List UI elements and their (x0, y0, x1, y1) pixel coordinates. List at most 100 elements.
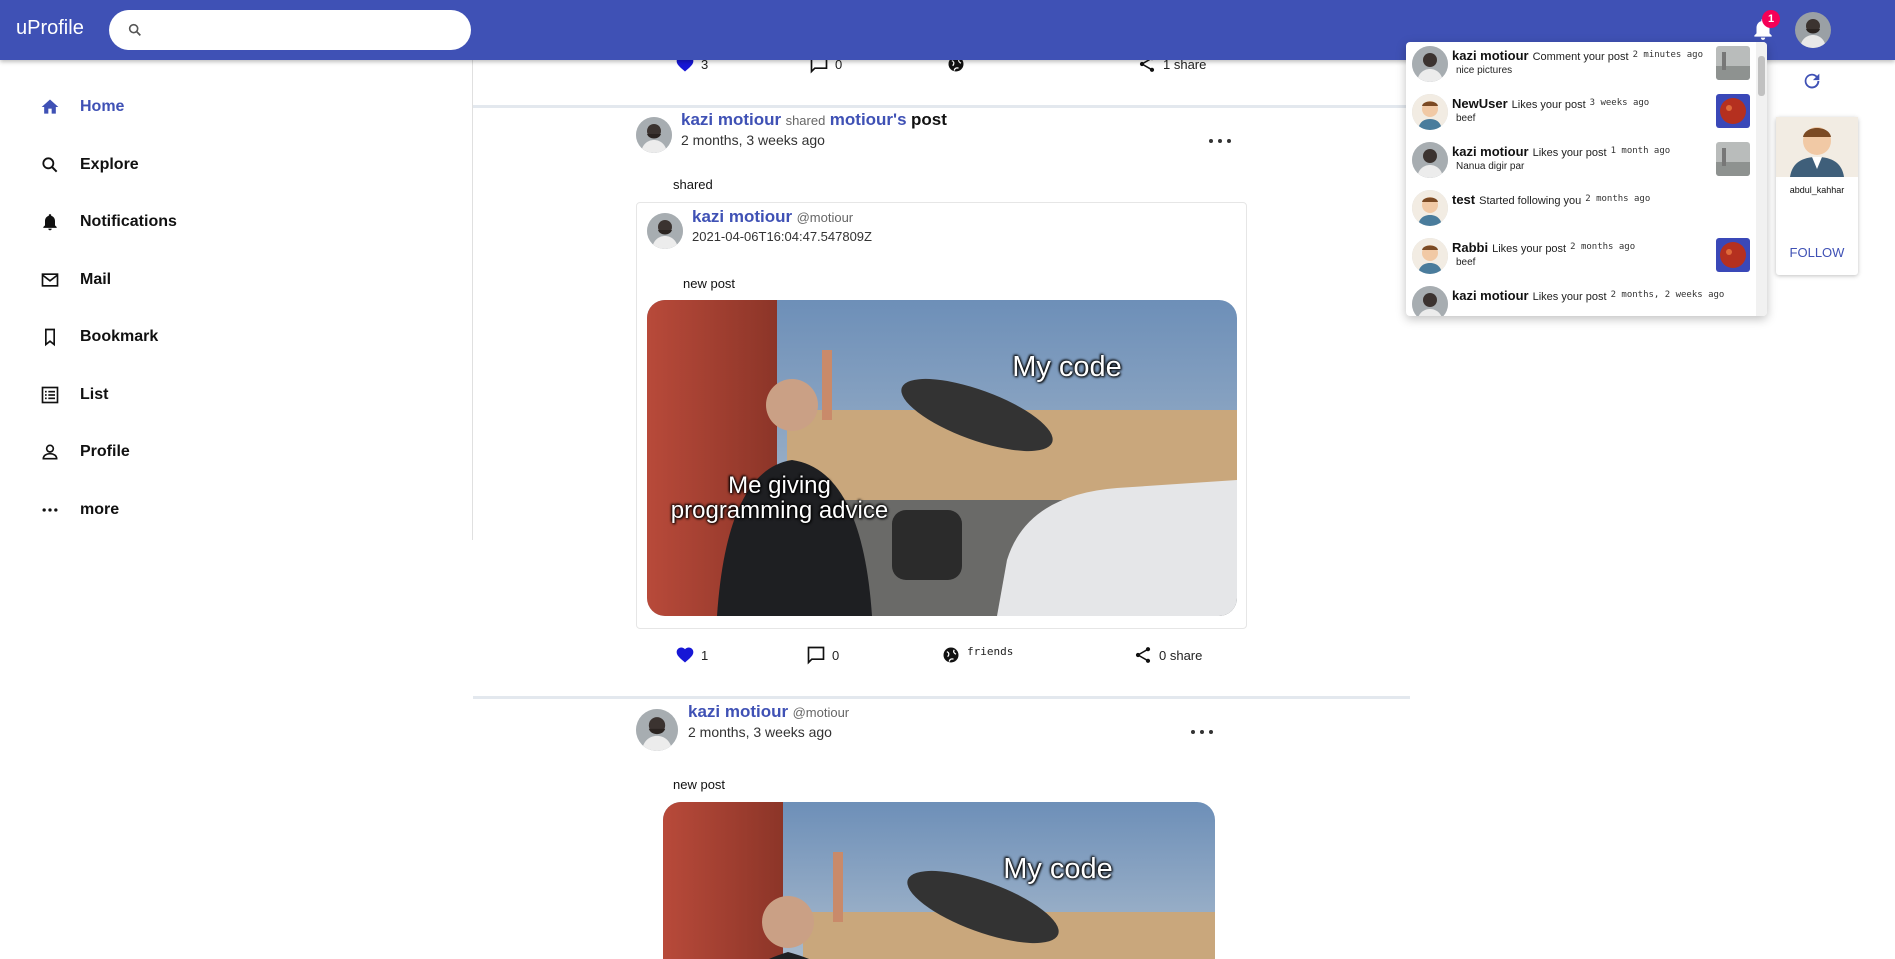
privacy-label: public (972, 60, 1012, 61)
shared-author-handle: @motiour (796, 210, 854, 225)
meme-caption-top: My code (1012, 351, 1122, 383)
shared-author-name[interactable]: kazi motiour (692, 207, 792, 226)
shared-word: shared (785, 113, 826, 128)
sidebar-item-label: Home (80, 98, 125, 115)
share-count: 1 share (1163, 60, 1207, 72)
notification-avatar (1412, 286, 1448, 316)
sidebar-item-mail[interactable]: Mail (40, 265, 111, 295)
post-menu-button[interactable] (1191, 730, 1213, 734)
mail-icon (41, 273, 59, 287)
notification-subtext: beef (1456, 257, 1476, 268)
search-input[interactable] (153, 18, 453, 42)
like-button[interactable]: 3 (675, 60, 708, 74)
notification-time: 2 months ago (1585, 194, 1651, 204)
like-button[interactable]: 1 (675, 645, 708, 665)
notification-subtext: Nanua digir par (1456, 161, 1525, 172)
app-logo[interactable]: uProfile (16, 17, 84, 40)
notifications-scrollbar[interactable] (1756, 42, 1767, 316)
sidebar-item-list[interactable]: List (40, 380, 108, 410)
sidebar-item-profile[interactable]: Profile (40, 437, 130, 467)
meme-caption-top: My code (1003, 853, 1113, 885)
original-owner-name[interactable]: motiour's (830, 110, 907, 129)
post-author-avatar[interactable] (636, 709, 678, 751)
post-timestamp: 2 months, 3 weeks ago (681, 132, 825, 148)
heart-icon (676, 60, 694, 72)
shared-post-text: new post (683, 276, 736, 291)
search-box[interactable] (109, 10, 471, 50)
notification-item[interactable]: kazi motiour Likes your post 2 months, 2 w… (1406, 282, 1756, 316)
share-icon (1139, 60, 1155, 72)
home-icon (41, 99, 59, 114)
share-icon (1135, 647, 1151, 663)
sidebar-item-bookmark[interactable]: Bookmark (40, 322, 158, 352)
notification-user: kazi motiour (1452, 48, 1529, 63)
bookmark-icon (45, 328, 55, 347)
privacy-indicator: public (946, 60, 1012, 74)
user-avatar[interactable] (1795, 12, 1831, 48)
comment-button[interactable]: 0 (809, 60, 842, 74)
share-button[interactable]: 0 share (1133, 645, 1202, 665)
follow-suggestion-card: abdul_kahhar FOLLOW (1776, 117, 1858, 275)
follow-button[interactable]: FOLLOW (1776, 245, 1858, 260)
notification-thumbnail (1716, 46, 1750, 80)
notification-item[interactable]: test Started following you 2 months ago (1406, 186, 1756, 234)
post-menu-button[interactable] (1209, 139, 1231, 143)
post-header: kazi motiour shared motiour's post (681, 110, 947, 130)
sidebar-item-label: Notifications (80, 213, 177, 230)
notification-subtext: nice pictures (1456, 65, 1513, 76)
sidebar-item-more[interactable]: more (40, 495, 119, 525)
post-text: new post (673, 777, 726, 792)
sidebar-item-notifications[interactable]: Notifications (40, 207, 177, 237)
comment-button[interactable]: 0 (806, 645, 839, 665)
notification-verb: Comment your post (1532, 51, 1629, 63)
shared-post-timestamp: 2021-04-06T16:04:47.547809Z (692, 229, 872, 244)
suggestion-username[interactable]: abdul_kahhar (1776, 185, 1858, 195)
notification-thumbnail (1716, 94, 1750, 128)
privacy-label: friends (967, 644, 1014, 658)
post-caption: shared (673, 177, 713, 192)
post-author-name[interactable]: kazi motiour (688, 702, 788, 721)
notification-thumbnail (1716, 142, 1750, 176)
meme-caption-bottom: Me giving programming advice (670, 472, 889, 525)
notification-avatar (1412, 190, 1448, 226)
notification-user: test (1452, 192, 1476, 207)
sidebar-item-home[interactable]: Home (40, 92, 124, 122)
privacy-indicator: friends (941, 645, 1013, 665)
like-count: 1 (701, 647, 709, 663)
notification-avatar (1412, 46, 1448, 82)
post-word: post (911, 110, 947, 129)
sidebar-item-explore[interactable]: Explore (40, 150, 139, 180)
comment-icon (810, 60, 828, 74)
comment-count: 0 (835, 60, 843, 72)
refresh-icon[interactable] (1801, 70, 1823, 92)
like-count: 3 (701, 60, 709, 72)
notification-verb: Likes your post (1511, 99, 1586, 111)
more-horiz-icon (42, 508, 58, 512)
post-author-name[interactable]: kazi motiour (681, 110, 781, 129)
suggestion-avatar[interactable] (1776, 117, 1858, 177)
post-image[interactable]: My code (663, 802, 1215, 959)
person-icon (42, 444, 58, 460)
share-button[interactable]: 1 share (1137, 60, 1206, 74)
notification-item[interactable]: kazi motiour Likes your post 1 month ago N… (1406, 138, 1756, 186)
post-header: kazi motiour @motiour (688, 702, 849, 722)
heart-icon (676, 647, 694, 663)
notification-item[interactable]: Rabbi Likes your post 2 months ago beef (1406, 234, 1756, 282)
notification-verb: Likes your post (1492, 243, 1567, 255)
post-author-handle: @motiour (792, 705, 850, 720)
post-author-avatar[interactable] (636, 117, 672, 153)
notification-user: kazi motiour (1452, 144, 1529, 159)
notification-verb: Started following you (1479, 195, 1582, 207)
notification-item[interactable]: NewUser Likes your post 3 weeks ago beef (1406, 90, 1756, 138)
post-divider (473, 696, 1410, 699)
sidebar-item-label: more (80, 501, 120, 518)
notification-avatar (1412, 238, 1448, 274)
globe-icon (948, 60, 964, 72)
notification-item[interactable]: kazi motiour Comment your post 2 minutes a… (1406, 42, 1756, 90)
notification-user: Rabbi (1452, 240, 1489, 255)
post-actions: 1 0 friends 0 share (473, 645, 1410, 669)
shared-author-avatar[interactable] (647, 213, 683, 249)
notification-thumbnail (1716, 238, 1750, 272)
post-image[interactable]: My code Me giving programming advice (647, 300, 1237, 616)
shared-post-card[interactable]: kazi motiour @motiour 2021-04-06T16:04:4… (636, 202, 1247, 629)
